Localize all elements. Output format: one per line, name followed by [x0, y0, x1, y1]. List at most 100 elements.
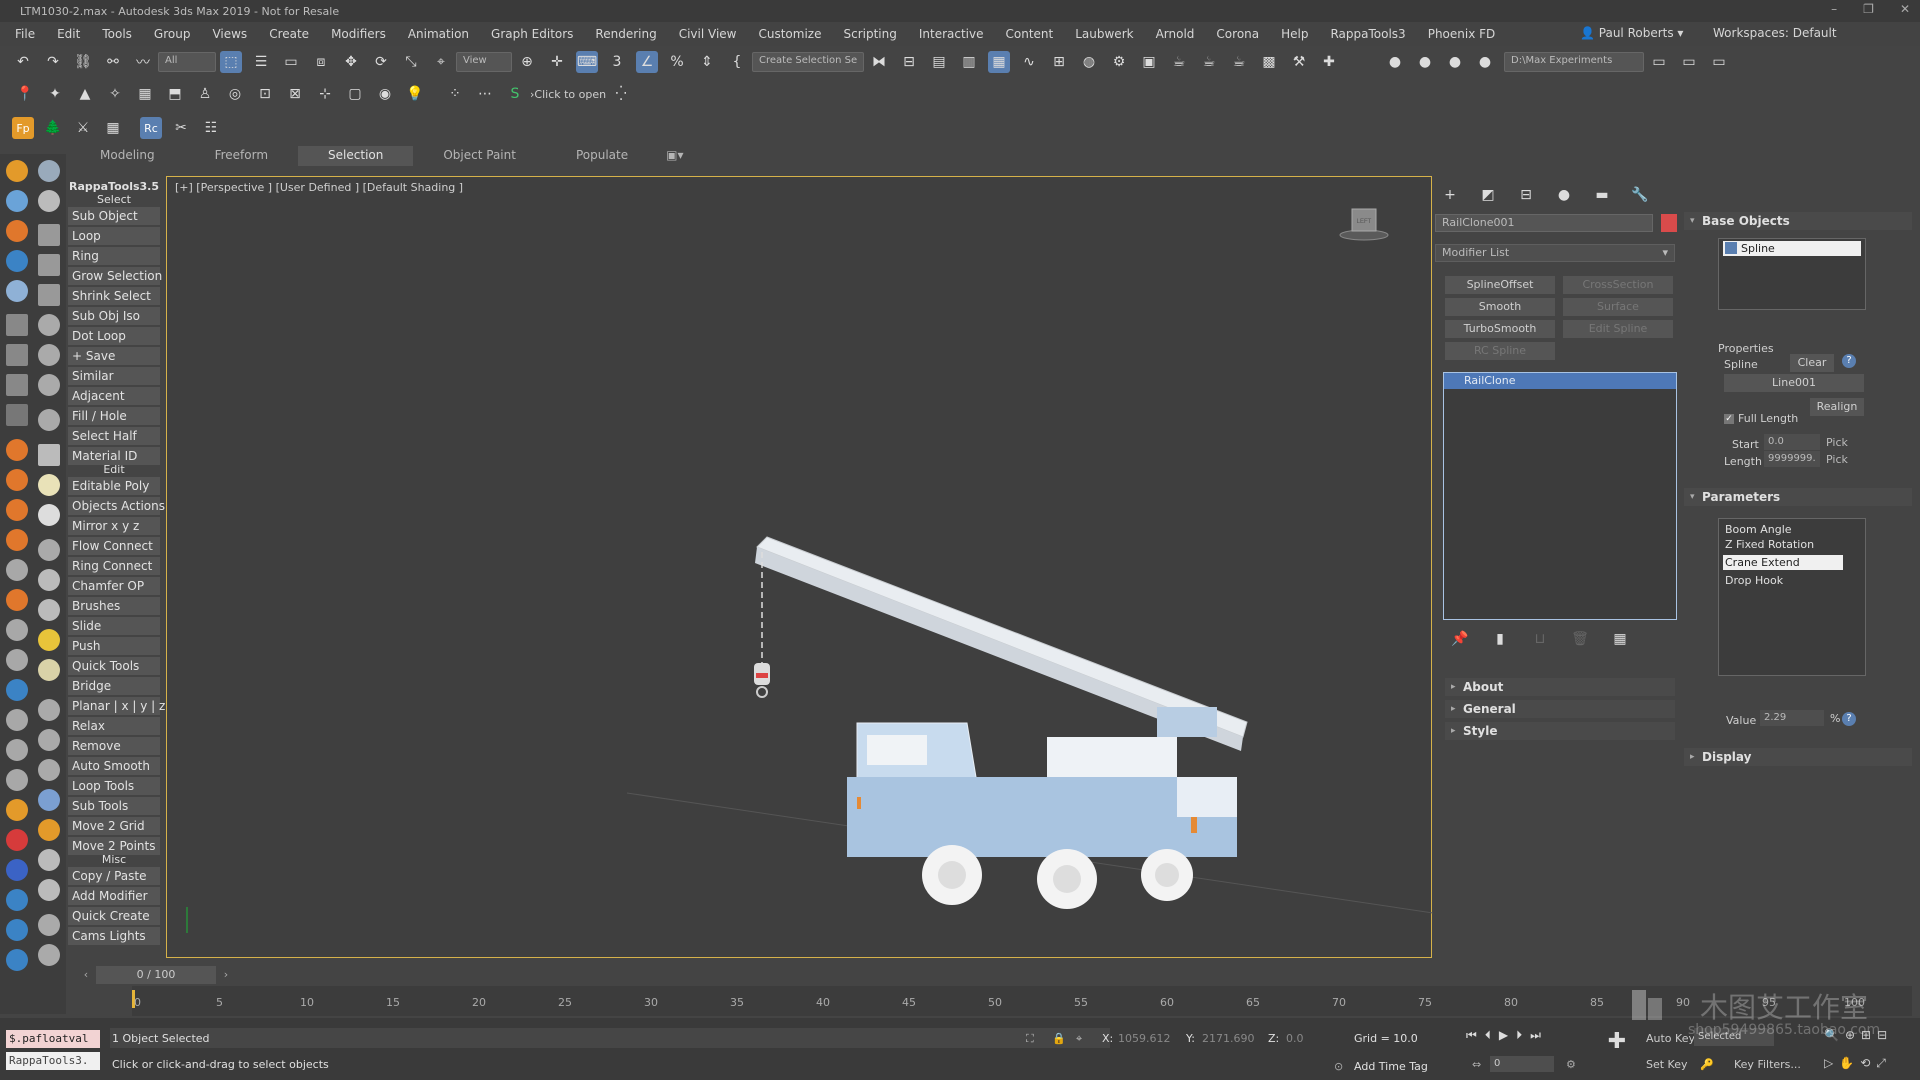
rollout-base-objects[interactable]: Base Objects — [1684, 212, 1912, 230]
bulb-icon[interactable]: 💡 — [404, 83, 426, 105]
full-length-checkbox[interactable]: ✓ — [1724, 413, 1734, 424]
user-account[interactable]: 👤 Paul Roberts ▾ — [1580, 26, 1683, 40]
fov-icon[interactable]: ▷ — [1824, 1056, 1833, 1071]
globe-icon[interactable] — [38, 789, 60, 811]
blue-e-icon[interactable] — [6, 949, 28, 971]
railclone-icon[interactable]: Rc — [140, 117, 162, 139]
select-object-icon[interactable]: ⬚ — [220, 51, 242, 73]
param-boom-angle[interactable]: Boom Angle — [1719, 519, 1865, 540]
tool-g-icon[interactable] — [6, 649, 28, 671]
menu-content[interactable]: Content — [995, 27, 1065, 41]
tab-freeform[interactable]: Freeform — [185, 146, 298, 166]
tool-h-icon[interactable] — [6, 709, 28, 731]
menu-graph-editors[interactable]: Graph Editors — [480, 27, 584, 41]
unlink-icon[interactable]: ⚯ — [102, 51, 124, 73]
leaf-icon[interactable] — [38, 849, 60, 871]
prev-frame-icon[interactable]: ‹ — [78, 966, 94, 984]
flame-a-icon[interactable] — [6, 439, 28, 461]
gear-orange-icon[interactable] — [38, 819, 60, 841]
start-spinner[interactable]: 0.0 — [1764, 434, 1820, 450]
time-config-icon[interactable]: ⚙ — [1566, 1058, 1576, 1071]
gear-icon[interactable] — [38, 729, 60, 751]
ring-connect-button[interactable]: Ring Connect — [68, 557, 160, 575]
panel-c-icon[interactable] — [38, 284, 60, 306]
menu-laubwerk[interactable]: Laubwerk — [1064, 27, 1144, 41]
cube-icon[interactable] — [38, 759, 60, 781]
restore-icon[interactable]: ❐ — [1863, 2, 1874, 16]
render-activeshade-icon[interactable]: ☕ — [1228, 51, 1250, 73]
modify-tab-icon[interactable]: ◩ — [1477, 184, 1499, 206]
cone-icon[interactable] — [38, 569, 60, 591]
menu-edit[interactable]: Edit — [46, 27, 91, 41]
minimize-icon[interactable]: – — [1831, 2, 1837, 16]
set-key-button[interactable]: Set Key — [1646, 1058, 1688, 1071]
smooth-button[interactable]: Smooth — [1445, 298, 1555, 316]
pin-icon[interactable]: 📍 — [14, 83, 36, 105]
quick-create-button[interactable]: Quick Create — [68, 907, 160, 925]
move-points-icon[interactable] — [38, 879, 60, 901]
circle-a-icon[interactable]: ● — [1384, 51, 1406, 73]
helper-icon[interactable]: ✧ — [104, 83, 126, 105]
character-icon[interactable]: ♙ — [194, 83, 216, 105]
bone-icon[interactable]: ⬒ — [164, 83, 186, 105]
hierarchy-icon[interactable]: ⊹ — [314, 83, 336, 105]
list-icon[interactable]: ☷ — [200, 117, 222, 139]
modifier-list-dropdown[interactable]: Modifier List ▾ — [1435, 244, 1675, 262]
save-selection-button[interactable]: + Save — [68, 347, 160, 365]
snaps-toggle-icon[interactable]: 3 — [606, 51, 628, 73]
render-production-icon[interactable]: ☕ — [1168, 51, 1190, 73]
reference-coordinate-dropdown[interactable]: View — [456, 52, 512, 72]
flame-b-icon[interactable] — [6, 469, 28, 491]
create-tab-icon[interactable]: + — [1439, 184, 1461, 206]
menu-tools[interactable]: Tools — [91, 27, 143, 41]
curve-editor-icon[interactable]: ∿ — [1018, 51, 1040, 73]
maxscript-listener-input[interactable]: $.pafloatval — [6, 1030, 100, 1048]
remove-modifier-icon[interactable]: 🗑 — [1569, 628, 1591, 650]
length-spinner[interactable]: 9999999. — [1764, 451, 1820, 467]
menu-animation[interactable]: Animation — [397, 27, 480, 41]
bridge-button[interactable]: Bridge — [68, 677, 160, 695]
project-a-icon[interactable]: ▭ — [1648, 51, 1670, 73]
angle-snap-icon[interactable]: ∠ — [636, 51, 658, 73]
remove-button[interactable]: Remove — [68, 737, 160, 755]
menu-help[interactable]: Help — [1270, 27, 1319, 41]
next-frame-icon[interactable]: › — [218, 966, 234, 984]
perspective-viewport[interactable]: [+] [Perspective ] [User Defined ] [Defa… — [166, 176, 1433, 958]
param-z-fixed-rotation[interactable]: Z Fixed Rotation — [1719, 538, 1865, 555]
move-2-grid-button[interactable]: Move 2 Grid — [68, 817, 160, 835]
water-icon[interactable] — [6, 250, 28, 272]
y-coordinate[interactable]: 2171.690 — [1202, 1032, 1262, 1045]
eye-icon[interactable]: ◉ — [374, 83, 396, 105]
schematic-view-icon[interactable]: ⊞ — [1048, 51, 1070, 73]
quick-tools-button[interactable]: Quick Tools — [68, 657, 160, 675]
menu-file[interactable]: File — [4, 27, 46, 41]
dots-grid-icon[interactable]: ⁘ — [444, 83, 466, 105]
project-b-icon[interactable]: ▭ — [1678, 51, 1700, 73]
sun-icon[interactable] — [38, 629, 60, 651]
editable-poly-button[interactable]: Editable Poly — [68, 477, 160, 495]
brushes-button[interactable]: Brushes — [68, 597, 160, 615]
flame-c-icon[interactable] — [6, 499, 28, 521]
base-object-spline[interactable]: Spline — [1723, 241, 1861, 256]
tool-j-icon[interactable] — [6, 769, 28, 791]
render-setup-icon[interactable]: ⚙ — [1108, 51, 1130, 73]
move-icon[interactable]: ✥ — [340, 51, 362, 73]
orange-a-icon[interactable] — [6, 799, 28, 821]
chamfer-op-button[interactable]: Chamfer OP — [68, 577, 160, 595]
maximize-viewport-icon[interactable]: ⤢ — [1876, 1056, 1886, 1071]
sphere-icon[interactable] — [38, 504, 60, 526]
menu-phoenix-fd[interactable]: Phoenix FD — [1417, 27, 1507, 41]
menu-civil-view[interactable]: Civil View — [668, 27, 748, 41]
flame-d-icon[interactable] — [6, 529, 28, 551]
table-icon[interactable]: ▦ — [102, 117, 124, 139]
param-crane-extend[interactable]: Crane Extend — [1723, 555, 1843, 570]
rollout-display[interactable]: Display — [1684, 748, 1912, 766]
value-help-icon[interactable]: ? — [1842, 712, 1856, 726]
menu-create[interactable]: Create — [258, 27, 320, 41]
help-icon[interactable]: ? — [1842, 354, 1856, 368]
sub-object-button[interactable]: Sub Object — [68, 207, 160, 225]
object-color-swatch[interactable] — [1661, 214, 1677, 232]
selection-filter-dropdown[interactable]: All — [158, 52, 216, 72]
surface-button[interactable]: Surface — [1563, 298, 1673, 316]
tab-object-paint[interactable]: Object Paint — [413, 146, 546, 166]
